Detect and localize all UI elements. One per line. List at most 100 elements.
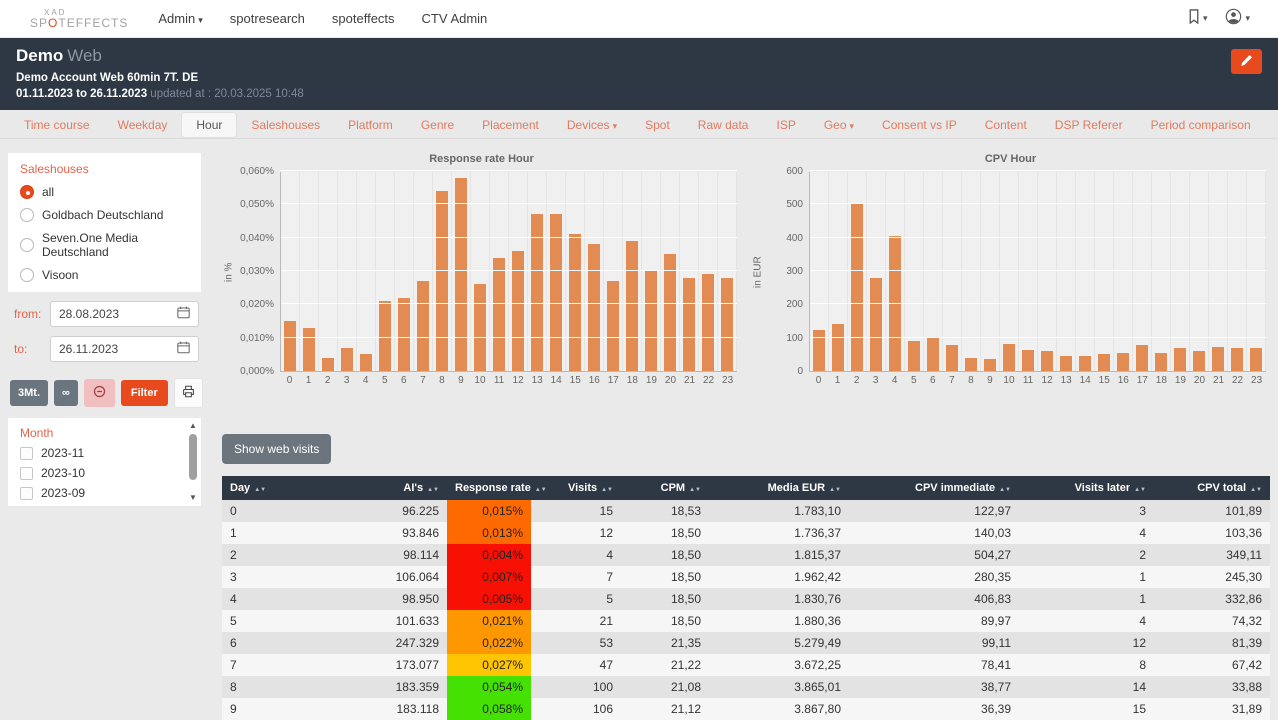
- tab-spot[interactable]: Spot: [631, 112, 684, 138]
- from-date-input[interactable]: 28.08.2023: [50, 301, 199, 327]
- tab-placement[interactable]: Placement: [468, 112, 553, 138]
- x-tick-label: 1: [299, 375, 318, 386]
- cell-cpm: 21,12: [621, 698, 709, 720]
- sort-icons[interactable]: ▲▼: [829, 487, 841, 493]
- x-tick-label: 7: [942, 375, 961, 386]
- x-tick-label: 10: [999, 375, 1018, 386]
- y-tick-label: 300: [786, 266, 803, 277]
- sort-icons[interactable]: ▲▼: [601, 487, 613, 493]
- bar-slot: [1057, 172, 1076, 371]
- saleshouse-option-all[interactable]: all: [20, 185, 189, 199]
- tab-dsp-referer[interactable]: DSP Referer: [1041, 112, 1137, 138]
- calendar-icon[interactable]: [177, 306, 190, 322]
- column-header-ai-s[interactable]: AI's▲▼: [352, 476, 447, 500]
- saleshouse-option-seven-one-media-deutschland[interactable]: Seven.One Media Deutschland: [20, 231, 189, 259]
- tab-saleshouses[interactable]: Saleshouses: [237, 112, 334, 138]
- bookmarks-menu-button[interactable]: ▾: [1188, 9, 1208, 29]
- cell-visits: 106: [531, 698, 621, 720]
- bar-hour-0: [284, 321, 296, 371]
- tab-period-comparison[interactable]: Period comparison: [1137, 112, 1265, 138]
- month-label: Month: [20, 426, 189, 440]
- show-web-visits-button[interactable]: Show web visits: [222, 434, 331, 464]
- sort-icons[interactable]: ▲▼: [535, 487, 547, 493]
- checkbox[interactable]: [20, 467, 33, 480]
- x-tick-label: 13: [528, 375, 547, 386]
- nav-item-spoteffects[interactable]: spoteffects: [332, 11, 395, 26]
- tab-genre[interactable]: Genre: [407, 112, 468, 138]
- nav-item-ctv-admin[interactable]: CTV Admin: [422, 11, 488, 26]
- tab-raw-data[interactable]: Raw data: [684, 112, 763, 138]
- month-option-2023-10[interactable]: 2023-10: [20, 466, 189, 480]
- tab-platform[interactable]: Platform: [334, 112, 407, 138]
- tab-weekday[interactable]: Weekday: [104, 112, 182, 138]
- radio-unselected[interactable]: [20, 268, 34, 282]
- bar-slot: [300, 172, 319, 371]
- column-header-media-eur[interactable]: Media EUR▲▼: [709, 476, 849, 500]
- sort-icons[interactable]: ▲▼: [1250, 487, 1262, 493]
- tab-geo[interactable]: Geo▾: [810, 112, 868, 138]
- sort-icons[interactable]: ▲▼: [999, 487, 1011, 493]
- scrollbar-thumb[interactable]: [189, 434, 197, 480]
- three-months-button[interactable]: 3Mt.: [10, 380, 48, 406]
- radio-selected[interactable]: [20, 185, 34, 199]
- bar-slot: [1152, 172, 1171, 371]
- cell-media-eur: 1.962,42: [709, 566, 849, 588]
- filter-button[interactable]: Filter: [121, 380, 168, 406]
- x-tick-label: 13: [1057, 375, 1076, 386]
- column-header-cpm[interactable]: CPM▲▼: [621, 476, 709, 500]
- tab-devices[interactable]: Devices▾: [553, 112, 631, 138]
- radio-unselected[interactable]: [20, 238, 34, 252]
- column-header-visits-later[interactable]: Visits later▲▼: [1019, 476, 1154, 500]
- y-tick-label: 0,060%: [240, 166, 274, 177]
- month-option-2023-11[interactable]: 2023-11: [20, 446, 189, 460]
- tab-content[interactable]: Content: [971, 112, 1041, 138]
- column-header-response-rate[interactable]: Response rate▲▼: [447, 476, 531, 500]
- sort-icons[interactable]: ▲▼: [1134, 487, 1146, 493]
- infinity-button[interactable]: ∞: [54, 380, 78, 406]
- checkbox[interactable]: [20, 487, 33, 500]
- gridline: [281, 270, 737, 271]
- cell-media-eur: 3.672,25: [709, 654, 849, 676]
- to-date-input[interactable]: 26.11.2023: [50, 336, 199, 362]
- clear-button[interactable]: [84, 379, 115, 407]
- nav-item-admin[interactable]: Admin▾: [158, 11, 202, 26]
- sort-icons[interactable]: ▲▼: [427, 487, 439, 493]
- bar-hour-11: [1022, 350, 1034, 371]
- bar-hour-19: [645, 271, 657, 371]
- chevron-down-icon: ▾: [1245, 13, 1250, 24]
- to-date-value: 26.11.2023: [59, 342, 118, 356]
- tab-time-course[interactable]: Time course: [10, 112, 104, 138]
- saleshouse-option-goldbach-deutschland[interactable]: Goldbach Deutschland: [20, 208, 189, 222]
- user-icon: [1225, 8, 1242, 30]
- to-date-row: to: 26.11.2023: [10, 336, 201, 362]
- table-row: 7173.0770,027%4721,223.672,2578,41867,42: [222, 654, 1270, 676]
- tab-export[interactable]: Export▾: [1265, 112, 1278, 138]
- brand-logo[interactable]: XAD SPOTEFFECTS: [30, 9, 128, 29]
- column-header-day[interactable]: Day▲▼: [222, 476, 352, 500]
- column-header-cpv-immediate[interactable]: CPV immediate▲▼: [849, 476, 1019, 500]
- tab-consent-vs-ip[interactable]: Consent vs IP: [868, 112, 971, 138]
- radio-unselected[interactable]: [20, 208, 34, 222]
- sort-icons[interactable]: ▲▼: [254, 487, 266, 493]
- sort-icons[interactable]: ▲▼: [689, 487, 701, 493]
- column-header-cpv-total[interactable]: CPV total▲▼: [1154, 476, 1270, 500]
- month-option-2023-09[interactable]: 2023-09: [20, 486, 189, 500]
- saleshouse-option-visoon[interactable]: Visoon: [20, 268, 189, 282]
- scroll-down-icon[interactable]: ▼: [187, 492, 199, 504]
- checkbox[interactable]: [20, 447, 33, 460]
- scroll-up-icon[interactable]: ▲: [187, 420, 199, 432]
- tab-isp[interactable]: ISP: [762, 112, 809, 138]
- calendar-icon[interactable]: [177, 341, 190, 357]
- x-tick-label: 20: [661, 375, 680, 386]
- tab-hour[interactable]: Hour: [181, 112, 237, 138]
- x-tick-label: 9: [451, 375, 470, 386]
- cell-cpv-total: 349,11: [1154, 544, 1270, 566]
- user-menu-button[interactable]: ▾: [1225, 8, 1250, 30]
- edit-button[interactable]: [1231, 49, 1262, 74]
- bar-slot: [1247, 172, 1266, 371]
- bar-slot: [1019, 172, 1038, 371]
- nav-item-spotresearch[interactable]: spotresearch: [230, 11, 305, 26]
- y-axis-title: in %: [222, 172, 236, 372]
- month-scrollbar[interactable]: ▲ ▼: [187, 420, 199, 504]
- print-button[interactable]: [174, 378, 203, 408]
